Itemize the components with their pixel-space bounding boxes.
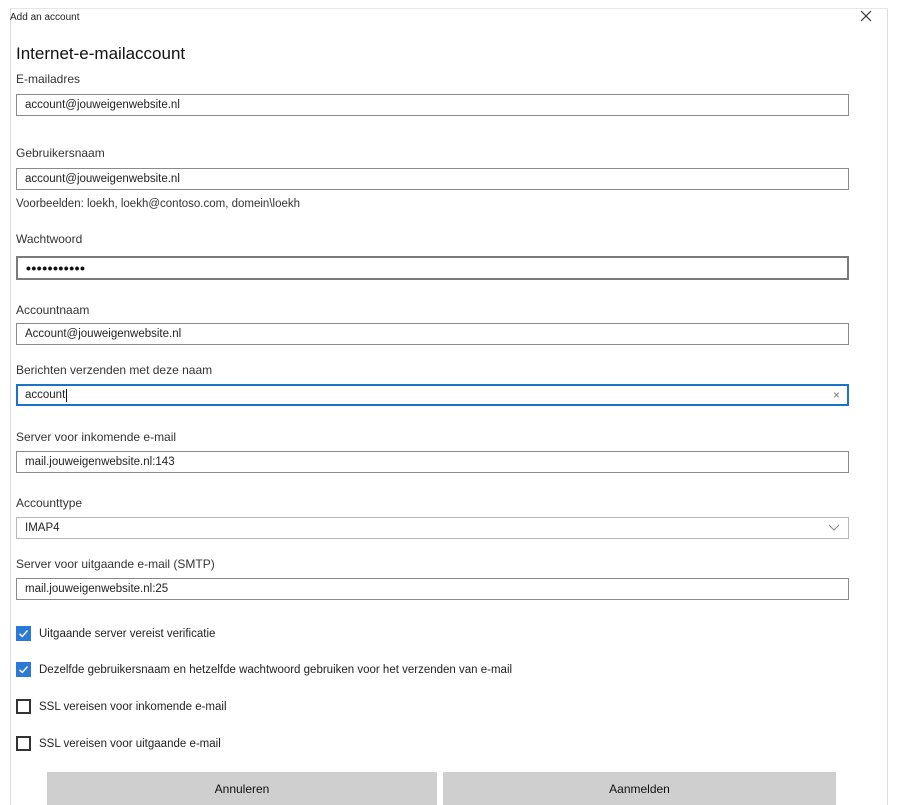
outgoing-server-label: Server voor uitgaande e-mail (SMTP) — [16, 557, 215, 571]
username-field[interactable]: account@jouweigenwebsite.nl — [16, 168, 849, 190]
sign-in-button[interactable]: Aanmelden — [443, 772, 836, 805]
checkbox-label: SSL vereisen voor inkomende e-mail — [39, 700, 227, 713]
checkbox-unchecked-icon[interactable] — [16, 736, 31, 751]
checkbox-label: SSL vereisen voor uitgaande e-mail — [39, 737, 221, 750]
sender-name-value: account — [25, 389, 66, 401]
outgoing-server-value: mail.jouweigenwebsite.nl:25 — [25, 583, 169, 595]
clear-icon[interactable]: × — [833, 388, 840, 402]
password-field[interactable]: ••••••••••• — [16, 256, 849, 280]
account-name-label: Accountnaam — [16, 303, 90, 317]
chevron-down-icon — [828, 524, 840, 531]
password-label: Wachtwoord — [16, 232, 83, 246]
email-label: E-mailadres — [16, 72, 81, 86]
page-title: Internet-e-mailaccount — [16, 44, 186, 63]
account-type-select[interactable]: IMAP4 — [16, 517, 849, 539]
password-value: ••••••••••• — [26, 260, 86, 276]
account-type-value: IMAP4 — [25, 522, 60, 534]
window-title: Add an account — [10, 12, 80, 23]
sender-name-field[interactable]: account × — [16, 384, 849, 406]
cancel-button[interactable]: Annuleren — [47, 772, 437, 805]
email-field[interactable]: account@jouweigenwebsite.nl — [16, 94, 849, 116]
username-hint: Voorbeelden: loekh, loekh@contoso.com, d… — [16, 198, 301, 210]
close-icon — [860, 10, 872, 22]
checkbox-ssl-incoming[interactable]: SSL vereisen voor inkomende e-mail — [16, 699, 227, 714]
checkbox-unchecked-icon[interactable] — [16, 699, 31, 714]
account-name-field[interactable]: Account@jouweigenwebsite.nl — [16, 323, 849, 345]
email-value: account@jouweigenwebsite.nl — [25, 99, 180, 111]
close-button[interactable] — [852, 4, 880, 28]
incoming-server-value: mail.jouweigenwebsite.nl:143 — [25, 456, 175, 468]
checkbox-require-auth[interactable]: Uitgaande server vereist verificatie — [16, 626, 215, 641]
account-name-value: Account@jouweigenwebsite.nl — [25, 328, 182, 340]
username-value: account@jouweigenwebsite.nl — [25, 173, 180, 185]
outgoing-server-field[interactable]: mail.jouweigenwebsite.nl:25 — [16, 578, 849, 600]
sender-name-label: Berichten verzenden met deze naam — [16, 363, 213, 377]
text-caret — [66, 388, 68, 402]
checkbox-ssl-outgoing[interactable]: SSL vereisen voor uitgaande e-mail — [16, 736, 221, 751]
username-label: Gebruikersnaam — [16, 146, 105, 160]
incoming-server-field[interactable]: mail.jouweigenwebsite.nl:143 — [16, 451, 849, 473]
account-type-label: Accounttype — [16, 496, 83, 510]
incoming-server-label: Server voor inkomende e-mail — [16, 430, 177, 444]
checkbox-checked-icon[interactable] — [16, 662, 31, 677]
checkbox-label: Dezelfde gebruikersnaam en hetzelfde wac… — [39, 663, 513, 676]
checkbox-same-credentials[interactable]: Dezelfde gebruikersnaam en hetzelfde wac… — [16, 662, 512, 677]
checkbox-label: Uitgaande server vereist verificatie — [39, 627, 216, 640]
checkbox-checked-icon[interactable] — [16, 626, 31, 641]
dialog-window — [10, 8, 888, 805]
